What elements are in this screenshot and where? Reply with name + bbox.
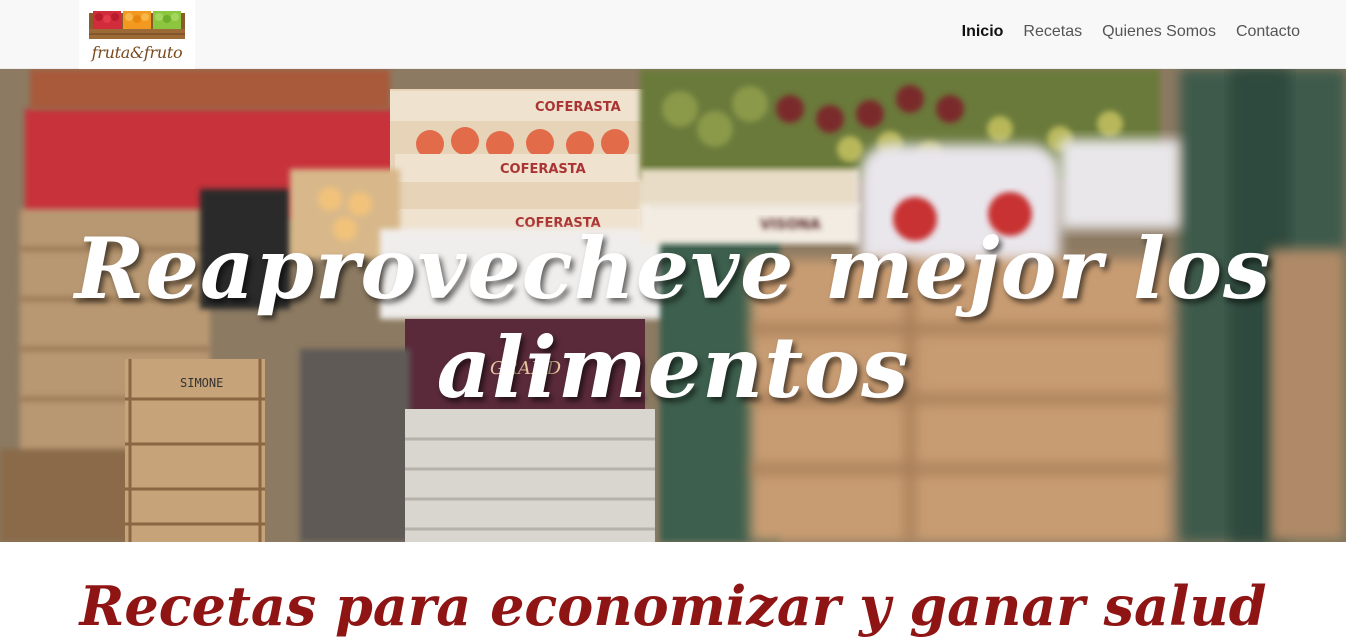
- nav-item-quienes-somos[interactable]: Quienes Somos: [1102, 22, 1216, 42]
- logo-text: fruta&fruto: [91, 43, 183, 62]
- main-nav: Inicio Recetas Quienes Somos Contacto: [962, 22, 1300, 42]
- nav-item-contacto[interactable]: Contacto: [1236, 22, 1300, 42]
- nav-item-recetas[interactable]: Recetas: [1023, 22, 1082, 42]
- hero-title: Reaprovecheve mejor los alimentos: [74, 219, 1272, 417]
- crate-label-coferasta-2: COFERASTA: [500, 162, 586, 177]
- brand-logo[interactable]: fruta&fruto: [79, 0, 195, 69]
- navbar: fruta&fruto Inicio Recetas Quienes Somos…: [0, 0, 1346, 69]
- nav-item-inicio[interactable]: Inicio: [962, 22, 1004, 42]
- hero-banner: SIMONE COFERASTA COFERASTA COFERASTA GRA…: [0, 69, 1346, 542]
- section-title: Recetas para economizar y ganar salud: [79, 574, 1267, 638]
- fruit-crate-logo-icon: [89, 11, 185, 39]
- crate-label-coferasta-1: COFERASTA: [535, 100, 621, 115]
